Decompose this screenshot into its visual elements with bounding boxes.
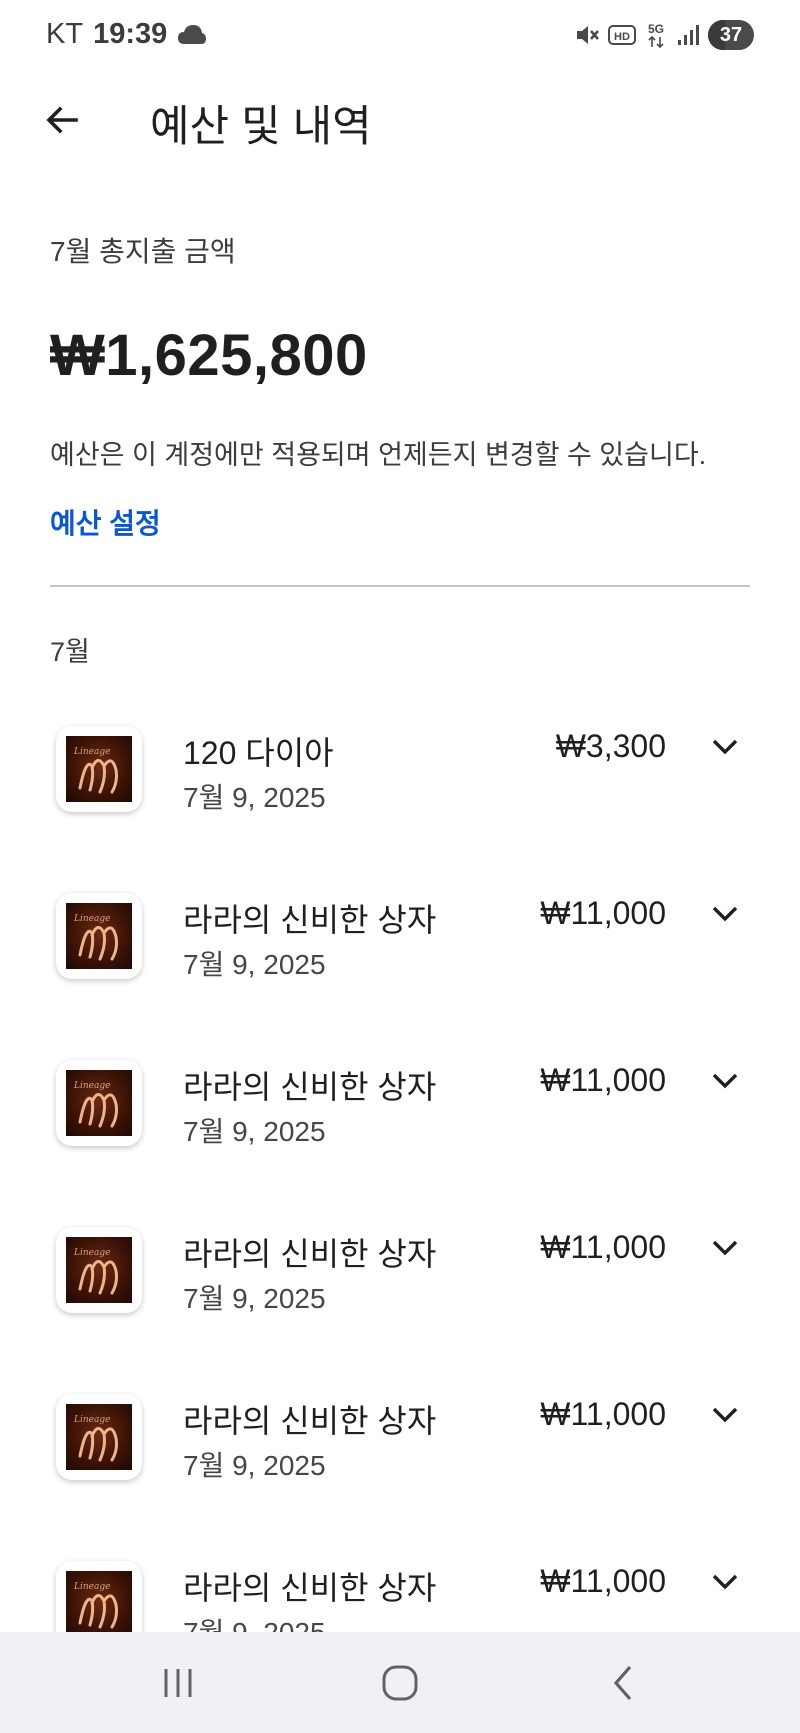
- svg-text:Lineage: Lineage: [73, 1582, 110, 1592]
- transaction-date: 7월 9, 2025: [183, 782, 326, 813]
- chevron-down-icon: [712, 1574, 738, 1590]
- recent-apps-button[interactable]: [148, 1660, 208, 1706]
- app-icon: Lineage: [56, 1227, 142, 1313]
- transaction-amount: ₩11,000: [540, 1229, 666, 1265]
- transaction-date: 7월 9, 2025: [183, 1450, 326, 1481]
- set-budget-link[interactable]: 예산 설정: [50, 502, 161, 542]
- transaction-row[interactable]: Lineage 라라의 신비한 상자 7월 9, 2025 ₩11,000: [0, 867, 800, 1034]
- svg-text:Lineage: Lineage: [73, 1415, 110, 1425]
- svg-text:Lineage: Lineage: [73, 914, 110, 924]
- clock: 19:39: [93, 18, 168, 50]
- chevron-down-icon: [712, 739, 738, 755]
- divider: [50, 585, 750, 587]
- chevron-down-icon: [712, 1073, 738, 1089]
- lineage-m-logo-icon: Lineage: [66, 1571, 132, 1632]
- back-icon: [613, 1665, 632, 1701]
- arrow-left-icon: [46, 106, 78, 134]
- chevron-down-icon: [712, 1407, 738, 1423]
- transaction-amount: ₩11,000: [540, 1062, 666, 1098]
- carrier-label: KT: [46, 18, 84, 50]
- status-right: HD 5G 37: [574, 20, 754, 50]
- app-icon: Lineage: [56, 726, 142, 812]
- app-bar: 예산 및 내역: [0, 76, 800, 166]
- cloud-icon: [178, 24, 207, 44]
- transaction-row[interactable]: Lineage 라라의 신비한 상자 7월 9, 2025 ₩11,000: [0, 1368, 800, 1535]
- expand-button[interactable]: [706, 1396, 744, 1434]
- lineage-m-logo-icon: Lineage: [66, 1237, 132, 1303]
- transaction-date: 7월 9, 2025: [183, 949, 326, 980]
- transaction-title: 라라의 신비한 상자: [183, 1570, 437, 1606]
- 5g-icon: 5G: [648, 22, 664, 49]
- page-title: 예산 및 내역: [150, 103, 372, 151]
- lineage-m-logo-icon: Lineage: [66, 903, 132, 969]
- battery-level: 37: [719, 23, 743, 46]
- lineage-m-logo-icon: Lineage: [66, 1404, 132, 1470]
- svg-text:Lineage: Lineage: [73, 747, 110, 757]
- svg-text:HD: HD: [614, 31, 630, 43]
- transaction-row[interactable]: Lineage 라라의 신비한 상자 7월 9, 2025 ₩11,000: [0, 1535, 800, 1632]
- transaction-title: 라라의 신비한 상자: [183, 1236, 437, 1272]
- home-button[interactable]: [370, 1660, 430, 1706]
- status-left: KT 19:39: [46, 18, 207, 51]
- transaction-row[interactable]: Lineage 라라의 신비한 상자 7월 9, 2025 ₩11,000: [0, 1201, 800, 1368]
- transaction-amount: ₩11,000: [540, 895, 666, 931]
- transaction-row[interactable]: Lineage 120 다이아 7월 9, 2025 ₩3,300: [0, 700, 800, 867]
- transaction-list: Lineage 120 다이아 7월 9, 2025 ₩3,300 Lineag…: [0, 700, 800, 1632]
- mute-icon: [577, 26, 599, 44]
- expand-button[interactable]: [706, 895, 744, 933]
- nav-back-button[interactable]: [594, 1660, 654, 1706]
- expand-button[interactable]: [706, 1062, 744, 1100]
- svg-text:5G: 5G: [648, 22, 664, 36]
- signal-icon: [678, 25, 699, 45]
- expand-button[interactable]: [706, 728, 744, 766]
- transaction-amount: ₩3,300: [555, 728, 666, 764]
- app-icon: Lineage: [56, 1394, 142, 1480]
- transaction-date: 7월 9, 2025: [183, 1116, 326, 1147]
- transaction-title: 라라의 신비한 상자: [183, 1069, 437, 1105]
- app-icon: Lineage: [56, 1561, 142, 1632]
- home-icon: [382, 1665, 418, 1701]
- app-icon: Lineage: [56, 893, 142, 979]
- recent-apps-icon: [164, 1669, 192, 1697]
- lineage-m-logo-icon: Lineage: [66, 736, 132, 802]
- chevron-down-icon: [712, 906, 738, 922]
- back-button[interactable]: [36, 94, 88, 146]
- transaction-amount: ₩11,000: [540, 1563, 666, 1599]
- transaction-date: 7월 9, 2025: [183, 1283, 326, 1314]
- transaction-title: 라라의 신비한 상자: [183, 902, 437, 938]
- svg-text:Lineage: Lineage: [73, 1248, 110, 1258]
- budget-note: 예산은 이 계정에만 적용되며 언제든지 변경할 수 있습니다.: [50, 440, 707, 470]
- chevron-down-icon: [712, 1240, 738, 1256]
- total-amount: ₩1,625,800: [50, 323, 368, 388]
- transaction-date: 7월 9, 2025: [183, 1611, 326, 1632]
- status-bar: KT 19:39 HD 5G 37: [0, 0, 800, 76]
- svg-text:Lineage: Lineage: [73, 1081, 110, 1091]
- app-icon: Lineage: [56, 1060, 142, 1146]
- transaction-row[interactable]: Lineage 라라의 신비한 상자 7월 9, 2025 ₩11,000: [0, 1034, 800, 1201]
- lineage-m-logo-icon: Lineage: [66, 1070, 132, 1136]
- battery-icon: 37: [708, 20, 754, 50]
- expand-button[interactable]: [706, 1563, 744, 1601]
- transaction-title: 라라의 신비한 상자: [183, 1403, 437, 1439]
- system-nav-bar: [0, 1632, 800, 1733]
- transaction-title: 120 다이아: [183, 735, 334, 771]
- section-month-header: 7월: [50, 637, 90, 667]
- hd-icon: HD: [608, 25, 636, 45]
- monthly-total-label: 7월 총지출 금액: [50, 236, 236, 267]
- expand-button[interactable]: [706, 1229, 744, 1267]
- transaction-amount: ₩11,000: [540, 1396, 666, 1432]
